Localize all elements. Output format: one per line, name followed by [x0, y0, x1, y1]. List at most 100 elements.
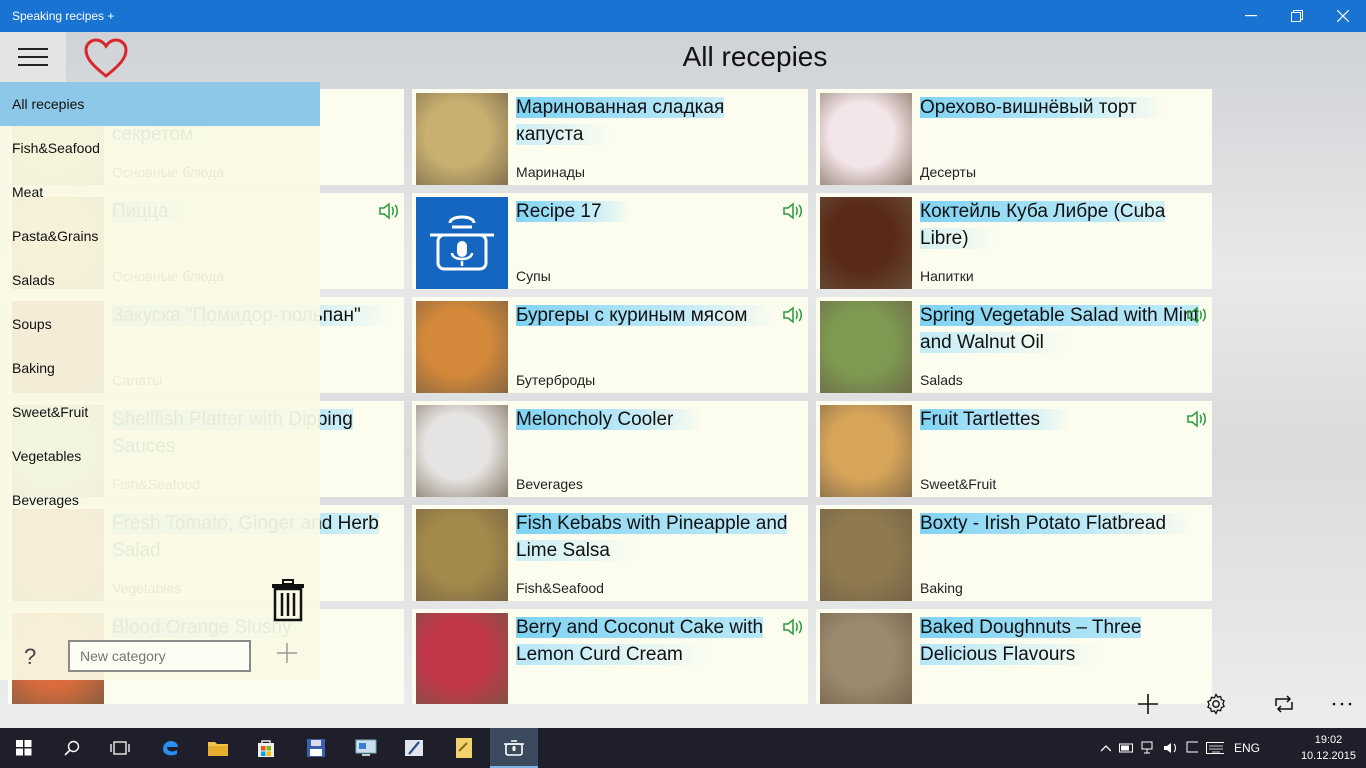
recipe-card[interactable]: Recipe 17 Супы	[412, 193, 808, 289]
sidebar-item-label: Fish&Seafood	[12, 140, 100, 156]
close-icon	[1337, 10, 1349, 22]
notification-icon[interactable]	[1186, 741, 1199, 755]
speaker-icon[interactable]	[378, 201, 400, 221]
recipe-card[interactable]: Spring Vegetable Salad with Mint and Wal…	[816, 297, 1212, 393]
language-indicator[interactable]: ENG	[1234, 741, 1260, 755]
recipe-card[interactable]: Boxty - Irish Potato Flatbread Baking	[816, 505, 1212, 601]
recipe-title: Recipe 17	[512, 198, 802, 225]
close-button[interactable]	[1320, 0, 1366, 32]
recipe-thumbnail	[820, 509, 912, 601]
store-icon	[258, 740, 274, 757]
recipe-category: Напитки	[920, 268, 974, 284]
recipe-category: Beverages	[516, 476, 583, 492]
sidebar-item-all[interactable]: All recepies	[0, 82, 320, 126]
ellipsis-icon	[1332, 702, 1352, 706]
sidebar-item-label: Pasta&Grains	[12, 228, 99, 244]
clock-date: 10.12.2015	[1300, 750, 1356, 762]
windows-logo-icon	[16, 740, 32, 756]
recipe-thumbnail	[416, 613, 508, 704]
sidebar-item-sweet-fruit[interactable]: Sweet&Fruit	[0, 390, 320, 434]
volume-icon[interactable]	[1163, 741, 1177, 755]
recipe-card[interactable]: Meloncholy Cooler Beverages	[412, 401, 808, 497]
recipe-title: Коктейль Куба Либре (Cuba Libre)	[916, 198, 1206, 252]
sidebar-item-fish-seafood[interactable]: Fish&Seafood	[0, 126, 320, 170]
recipe-category: Бутерброды	[516, 372, 596, 388]
add-category-plus-icon[interactable]	[276, 642, 298, 664]
recipe-card[interactable]: Fruit Tartlettes Sweet&Fruit	[816, 401, 1212, 497]
notebook-icon	[456, 738, 472, 758]
clock[interactable]: 19:02 10.12.2015	[1301, 732, 1356, 764]
sidebar-item-vegetables[interactable]: Vegetables	[0, 434, 320, 478]
page-title: All recepies	[682, 41, 828, 72]
task-view-button[interactable]	[96, 728, 144, 768]
minimize-button[interactable]	[1228, 0, 1274, 32]
recipe-card[interactable]: Fish Kebabs with Pineapple and Lime Sals…	[412, 505, 808, 601]
recipe-card[interactable]: Бургеры с куриным мясом Бутерброды	[412, 297, 808, 393]
recipe-title: Бургеры с куриным мясом	[512, 302, 802, 329]
chevron-up-icon[interactable]	[1100, 744, 1111, 752]
recipe-thumbnail	[820, 613, 912, 704]
sidebar-item-label: Sweet&Fruit	[12, 404, 89, 420]
keyboard-icon[interactable]	[1206, 742, 1224, 754]
recipe-thumbnail	[820, 301, 912, 393]
recipe-title-text: Recipe 17	[516, 201, 632, 222]
recipe-thumbnail	[416, 93, 508, 185]
sidebar-item-soups[interactable]: Soups	[0, 302, 320, 346]
restore-button[interactable]	[1274, 0, 1320, 32]
recipe-card[interactable]: Berry and Coconut Cake with Lemon Curd C…	[412, 609, 808, 704]
recipe-card[interactable]: Коктейль Куба Либре (Cuba Libre) Напитки	[816, 193, 1212, 289]
sidebar-item-label: Vegetables	[12, 448, 82, 464]
speaker-icon[interactable]	[782, 305, 804, 325]
speaking-recipes-taskbar-app[interactable]	[490, 728, 538, 768]
recipe-card[interactable]: Орехово-вишнёвый торт Десерты	[816, 89, 1212, 185]
speaker-icon[interactable]	[782, 201, 804, 221]
editor-taskbar-app[interactable]	[390, 728, 438, 768]
save-app-taskbar-app[interactable]	[292, 728, 340, 768]
help-button[interactable]: ?	[24, 644, 36, 670]
recipe-title-text: Berry and Coconut Cake with Lemon Curd C…	[516, 617, 764, 665]
recipe-category: Fish&Seafood	[516, 580, 604, 596]
pot-microphone-icon	[504, 740, 524, 756]
sidebar-item-baking[interactable]: Baking	[0, 346, 320, 390]
settings-button[interactable]	[1196, 688, 1236, 720]
speaker-icon[interactable]	[1186, 305, 1208, 325]
speaker-icon[interactable]	[1186, 409, 1208, 429]
recipe-thumbnail	[820, 405, 912, 497]
remote-desktop-taskbar-app[interactable]	[342, 728, 390, 768]
more-button[interactable]	[1322, 688, 1362, 720]
search-taskbar-button[interactable]	[48, 728, 96, 768]
file-explorer-taskbar-app[interactable]	[194, 728, 242, 768]
battery-icon[interactable]	[1118, 743, 1134, 753]
recipe-card[interactable]: Маринованная сладкая капуста Маринады	[412, 89, 808, 185]
taskbar: ENG 19:02 10.12.2015	[0, 728, 1366, 768]
sidebar-item-label: Meat	[12, 184, 44, 200]
sidebar-item-pasta-grains[interactable]: Pasta&Grains	[0, 214, 320, 258]
recipe-category: Baking	[920, 580, 963, 596]
recipe-title: Fruit Tartlettes	[916, 406, 1206, 433]
sidebar-item-meat[interactable]: Meat	[0, 170, 320, 214]
recipe-category: Sweet&Fruit	[920, 476, 997, 492]
recipe-title-text: Meloncholy Cooler	[516, 409, 704, 430]
recipe-title: Spring Vegetable Salad with Mint and Wal…	[916, 302, 1206, 356]
recipe-title: Орехово-вишнёвый торт	[916, 94, 1206, 121]
sidebar-item-beverages[interactable]: Beverages	[0, 478, 320, 522]
notes-taskbar-app[interactable]	[440, 728, 488, 768]
minimize-icon	[1245, 15, 1257, 17]
network-icon[interactable]	[1141, 741, 1155, 755]
recipe-title-text: Бургеры с куриным мясом	[516, 305, 778, 326]
plus-icon	[1138, 694, 1158, 714]
recipe-title: Meloncholy Cooler	[512, 406, 802, 433]
sync-button[interactable]	[1264, 688, 1304, 720]
recipe-category: Salads	[920, 372, 963, 388]
system-tray: ENG	[1100, 728, 1260, 768]
new-category-input[interactable]	[68, 640, 251, 672]
edge-taskbar-app[interactable]	[146, 728, 194, 768]
recipe-title-text: Коктейль Куба Либре (Cuba Libre)	[920, 201, 1166, 249]
pen-document-icon	[405, 740, 423, 756]
sidebar-item-salads[interactable]: Salads	[0, 258, 320, 302]
add-recipe-button[interactable]	[1128, 688, 1168, 720]
speaker-icon[interactable]	[782, 617, 804, 637]
start-button[interactable]	[0, 728, 48, 768]
trash-icon[interactable]	[270, 578, 306, 622]
store-taskbar-app[interactable]	[242, 728, 290, 768]
